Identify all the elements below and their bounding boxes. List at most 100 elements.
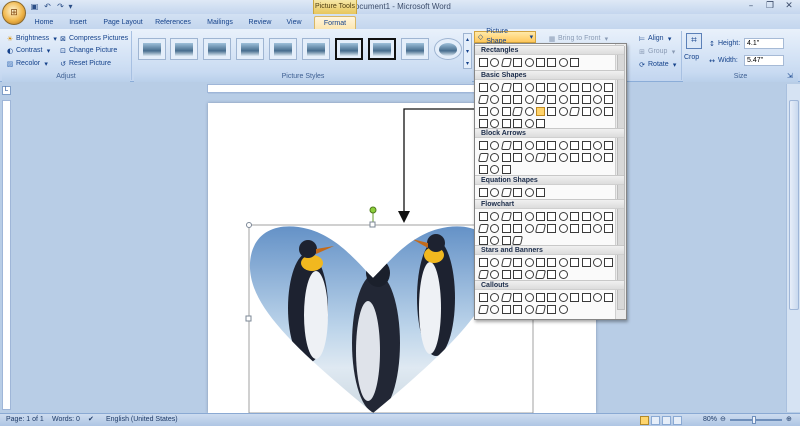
shape-option[interactable] (536, 107, 545, 116)
shape-option[interactable] (524, 107, 534, 116)
resize-handle[interactable] (369, 221, 376, 228)
recolor-button[interactable]: ▨ Recolor ▾ (6, 58, 50, 69)
picture-style-thumbnail[interactable] (302, 38, 330, 60)
shape-option[interactable] (604, 95, 614, 104)
shape-option[interactable] (604, 83, 614, 92)
shape-option[interactable] (547, 153, 557, 162)
shape-option[interactable] (558, 224, 568, 233)
shape-option[interactable] (547, 58, 557, 67)
zoom-slider-thumb[interactable] (752, 416, 756, 424)
shape-option[interactable] (593, 95, 602, 104)
shape-option[interactable] (524, 119, 534, 128)
picture-style-thumbnail[interactable] (203, 38, 231, 60)
shape-option[interactable] (524, 224, 534, 233)
shape-option[interactable] (581, 224, 591, 233)
shape-option[interactable] (500, 141, 512, 150)
shape-option[interactable] (524, 258, 534, 267)
shape-option[interactable] (593, 212, 602, 221)
picture-style-thumbnail[interactable] (368, 38, 396, 60)
shape-option[interactable] (547, 107, 557, 116)
shape-option[interactable] (570, 95, 580, 104)
tab-format[interactable]: Format (314, 16, 356, 29)
shape-option[interactable] (593, 141, 602, 150)
brightness-button[interactable]: ☀ Brightness ▾ (6, 33, 59, 44)
shape-option[interactable] (558, 293, 568, 302)
shape-option[interactable] (513, 119, 523, 128)
shape-option[interactable] (593, 224, 602, 233)
shape-option[interactable] (604, 258, 614, 267)
size-dialog-launcher-icon[interactable]: ⇲ (787, 72, 793, 82)
shape-option[interactable] (581, 153, 591, 162)
shape-option[interactable] (581, 293, 591, 302)
shape-option[interactable] (558, 258, 568, 267)
shape-option[interactable] (524, 95, 534, 104)
picture-style-thumbnail[interactable] (170, 38, 198, 60)
shape-option[interactable] (513, 212, 523, 221)
shape-option[interactable] (536, 58, 545, 67)
picture-style-thumbnail[interactable] (335, 38, 363, 60)
shape-option[interactable] (479, 188, 488, 197)
shape-option[interactable] (593, 107, 602, 116)
shape-option[interactable] (547, 83, 557, 92)
page-count[interactable]: Page: 1 of 1 (6, 414, 44, 425)
language-indicator[interactable]: English (United States) (106, 414, 178, 425)
shape-option[interactable] (581, 95, 591, 104)
shape-option[interactable] (524, 58, 534, 67)
shape-option[interactable] (570, 293, 580, 302)
outline-view-icon[interactable] (673, 416, 682, 425)
shape-option[interactable] (558, 95, 568, 104)
shape-option[interactable] (513, 258, 523, 267)
shape-option[interactable] (570, 153, 580, 162)
shape-option[interactable] (547, 305, 557, 314)
shape-option[interactable] (524, 83, 534, 92)
shape-option[interactable] (501, 165, 511, 174)
zoom-out-icon[interactable]: ⊖ (720, 414, 726, 425)
shape-option[interactable] (536, 212, 545, 221)
shape-option[interactable] (604, 224, 614, 233)
shape-option[interactable] (479, 293, 488, 302)
shape-option[interactable] (501, 153, 511, 162)
shape-option[interactable] (570, 212, 580, 221)
shape-option[interactable] (558, 212, 568, 221)
shape-option[interactable] (500, 58, 512, 67)
minimize-button[interactable]: – (742, 1, 760, 12)
zoom-level[interactable]: 80% (703, 414, 717, 425)
ruler-tab-selector[interactable]: L (2, 86, 11, 95)
tab-page-layout[interactable]: Page Layout (100, 16, 146, 29)
picture-style-thumbnail[interactable] (236, 38, 264, 60)
proofing-icon[interactable]: ✔ (88, 414, 94, 425)
group-button[interactable]: ⊞ Group ▾ (638, 46, 677, 57)
shape-option[interactable] (604, 153, 614, 162)
shape-option[interactable] (570, 83, 580, 92)
change-picture-button[interactable]: ⊡ Change Picture (59, 45, 117, 56)
shape-option[interactable] (558, 270, 568, 279)
shape-option[interactable] (570, 141, 580, 150)
shape-option[interactable] (479, 165, 488, 174)
contrast-button[interactable]: ◐ Contrast ▾ (6, 45, 52, 56)
crop-icon[interactable]: ⌗ (686, 33, 702, 49)
shape-option[interactable] (513, 141, 523, 150)
shape-option[interactable] (500, 188, 512, 197)
shape-option[interactable] (524, 153, 534, 162)
shape-option[interactable] (524, 141, 534, 150)
shape-option[interactable] (501, 305, 511, 314)
width-field[interactable]: 5.47" (744, 55, 784, 66)
tab-references[interactable]: References (152, 16, 194, 29)
shape-option[interactable] (513, 270, 523, 279)
shape-option[interactable] (547, 224, 557, 233)
shape-option[interactable] (513, 95, 523, 104)
align-button[interactable]: ⊨ Align ▾ (638, 33, 674, 44)
shape-option[interactable] (536, 258, 545, 267)
shape-option[interactable] (524, 293, 534, 302)
picture-style-thumbnail[interactable] (138, 38, 166, 60)
shape-option[interactable] (513, 83, 523, 92)
reset-picture-button[interactable]: ↺ Reset Picture (59, 58, 111, 69)
tab-review[interactable]: Review (246, 16, 274, 29)
shape-option[interactable] (501, 107, 511, 116)
picture-style-thumbnail[interactable] (269, 38, 297, 60)
shape-option[interactable] (604, 212, 614, 221)
office-button[interactable]: ⊞ (2, 1, 26, 25)
rotation-handle[interactable] (369, 206, 377, 214)
shape-option[interactable] (501, 270, 511, 279)
restore-button[interactable]: ❐ (761, 1, 779, 12)
